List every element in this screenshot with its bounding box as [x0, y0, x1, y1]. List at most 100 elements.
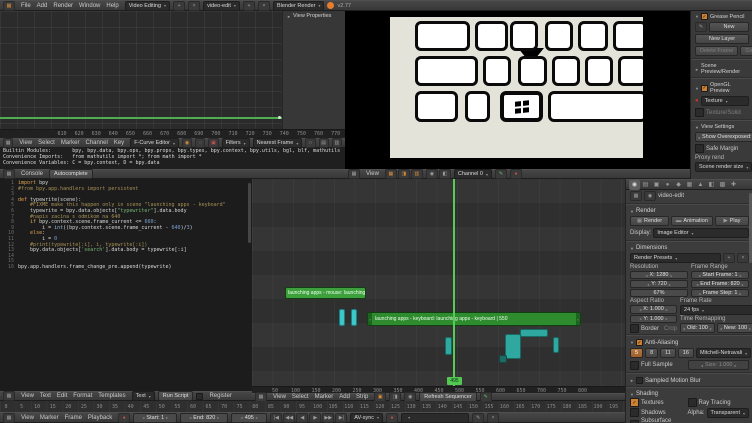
border-checkbox[interactable] — [630, 324, 639, 333]
seq-menu-0[interactable]: View — [270, 394, 289, 400]
strip-small-cyan-1[interactable] — [339, 309, 345, 326]
show-overexposed-slider[interactable]: Show Overexposed: 0 — [695, 132, 752, 142]
scene-select[interactable]: video-edit — [203, 1, 240, 11]
strip-teal-3[interactable] — [553, 337, 559, 353]
info-menu-2[interactable]: Render — [50, 3, 76, 9]
screen-layout-select[interactable]: Video Editing — [125, 1, 170, 11]
resolution-x-field[interactable]: X: 1280 — [630, 271, 688, 279]
gp-delete-frame-button[interactable]: Delete Frame — [695, 46, 738, 56]
python-console-region[interactable]: Builtin Modules: bpy, bpy.data, bpy.ops,… — [0, 148, 345, 169]
seq-menu-3[interactable]: Add — [336, 394, 353, 400]
scene-delete-icon[interactable]: × — [258, 1, 270, 11]
ray-tracing-checkbox[interactable] — [688, 398, 697, 407]
magnet-icon[interactable]: ∩ — [305, 138, 315, 148]
sampled-motion-blur-panel-header[interactable]: Sampled Motion Blur — [626, 375, 752, 385]
aa-filter-select[interactable]: Mitchell-Netravali — [696, 348, 751, 358]
info-menu-1[interactable]: Add — [34, 3, 51, 9]
auto-keyframe-icon[interactable]: ● — [118, 413, 130, 423]
grease-pencil-panel-header[interactable]: Grease Pencil — [691, 11, 752, 21]
strip-small-cyan-2[interactable] — [351, 309, 357, 326]
transport-button-5[interactable]: ▶| — [335, 413, 347, 423]
properties-tab-5[interactable]: ▦ — [684, 180, 695, 190]
preview-view-menu[interactable]: View — [363, 171, 382, 177]
hide-icon[interactable]: ◌ — [195, 138, 205, 148]
view-properties-panel-header[interactable]: View Properties — [283, 11, 345, 20]
run-script-button[interactable]: Run Script — [158, 391, 194, 401]
transport-button-2[interactable]: ◀ — [296, 413, 308, 423]
aa-samples-8-button[interactable]: 8 — [645, 348, 658, 358]
keyframe-insert-icon[interactable]: ✎ — [472, 413, 484, 423]
opengl-preview-panel-header[interactable]: OpenGL Preview — [691, 80, 752, 95]
preview-mode-icon-1[interactable]: ◨ — [398, 169, 410, 179]
gp-new-button[interactable]: New — [709, 22, 749, 32]
properties-tab-0[interactable]: ◉ — [629, 180, 640, 190]
gp-draw-icon[interactable]: ✎ — [695, 22, 707, 32]
start-frame-field[interactable]: Start Frame: 1 — [691, 271, 749, 279]
sync-mode-select[interactable]: AV-sync — [350, 413, 383, 423]
info-menu-3[interactable]: Window — [76, 3, 103, 9]
text-editor-type-icon[interactable]: ▦ — [3, 391, 15, 401]
render-presets-select[interactable]: Render Presets — [630, 253, 721, 263]
preview-editor-type-icon[interactable]: ▦ — [348, 169, 360, 179]
timeline-menu-1[interactable]: Marker — [37, 415, 62, 421]
record-icon[interactable]: ● — [386, 413, 398, 423]
text-menu-0[interactable]: View — [18, 393, 37, 399]
properties-tab-2[interactable]: ▣ — [651, 180, 662, 190]
graph-filters-dropdown[interactable]: Filters — [222, 138, 250, 148]
timeline-region[interactable]: 0510152025303540455055606570758085909510… — [0, 401, 625, 412]
text-scrollbar[interactable] — [248, 183, 251, 243]
render-panel-header[interactable]: Render — [626, 206, 752, 215]
preview-gpencil-icon[interactable]: ✎ — [495, 169, 507, 179]
properties-tab-8[interactable]: ▩ — [717, 180, 728, 190]
alpha-mode-select[interactable]: Transparent — [707, 408, 749, 418]
preview-clip-icon[interactable]: ● — [510, 169, 522, 179]
info-editor-type-icon[interactable]: ▦ — [3, 1, 15, 11]
shading-panel-header[interactable]: Shading — [626, 389, 752, 398]
textures-checkbox[interactable] — [630, 398, 639, 407]
preset-remove-icon[interactable]: × — [737, 253, 749, 263]
aa-size-slider[interactable]: Size: 1.000 — [688, 360, 749, 370]
properties-tab-7[interactable]: ◧ — [706, 180, 717, 190]
timeline-menu-2[interactable]: Frame — [62, 415, 85, 421]
graph-editor-region[interactable]: View Properties 610620630640650660670680… — [0, 11, 345, 138]
preview-display-icon-0[interactable]: ◉ — [426, 169, 438, 179]
autocomplete-button[interactable]: Autocomplete — [49, 169, 93, 179]
only-selected-icon[interactable]: ◉ — [182, 138, 192, 148]
proxy-render-select[interactable]: Scene render size — [695, 162, 752, 172]
end-frame-field[interactable]: End Frame: 820 — [691, 280, 749, 288]
timeline-editor-type-icon[interactable]: ▦ — [3, 413, 15, 423]
text-menu-1[interactable]: Text — [37, 393, 54, 399]
preview-display-icon-1[interactable]: ◧ — [439, 169, 451, 179]
errors-filter-icon[interactable]: ▣ — [208, 138, 218, 148]
strip-mouse[interactable]: launching apps - mouse: launching apps -… — [285, 287, 366, 299]
info-menu-0[interactable]: File — [18, 3, 34, 9]
auto-snap-select[interactable]: Nearest Frame — [253, 138, 303, 148]
register-checkbox[interactable] — [196, 393, 203, 400]
scene-add-icon[interactable]: + — [243, 1, 255, 11]
gp-convert-button[interactable]: Convert — [740, 46, 752, 56]
properties-tab-1[interactable]: ▤ — [640, 180, 651, 190]
aa-samples-11-button[interactable]: 11 — [660, 348, 676, 358]
keying-set-select[interactable] — [401, 413, 469, 423]
graph-menu-0[interactable]: View — [16, 140, 35, 146]
dimensions-panel-header[interactable]: Dimensions — [626, 243, 752, 252]
properties-tab-4[interactable]: ◆ — [673, 180, 684, 190]
graph-menu-4[interactable]: Key — [111, 140, 127, 146]
aspect-y-field[interactable]: Y: 1.000 — [630, 315, 677, 324]
console-editor-type-icon[interactable]: ▦ — [3, 169, 15, 179]
playhead-line[interactable] — [453, 179, 455, 386]
paste-keys-icon[interactable]: ▥ — [332, 138, 342, 148]
render-button[interactable]: ▦Render — [630, 216, 669, 226]
transport-button-1[interactable]: ◀◀ — [283, 413, 295, 423]
text-menu-2[interactable]: Edit — [54, 393, 70, 399]
fcurve-line[interactable] — [0, 117, 283, 119]
strip-teal-1[interactable] — [445, 337, 452, 355]
aspect-x-field[interactable]: X: 1.000 — [630, 305, 677, 314]
motion-blur-checkbox[interactable] — [636, 377, 643, 384]
sequencer-region[interactable]: launching apps - mouse: launching apps -… — [252, 179, 625, 386]
frame-rate-select[interactable]: 24 fps — [680, 305, 752, 315]
resolution-y-field[interactable]: Y: 720 — [630, 280, 688, 288]
text-menu-3[interactable]: Format — [70, 393, 95, 399]
screen-delete-icon[interactable]: × — [188, 1, 200, 11]
properties-tab-9[interactable]: ✚ — [728, 180, 739, 190]
